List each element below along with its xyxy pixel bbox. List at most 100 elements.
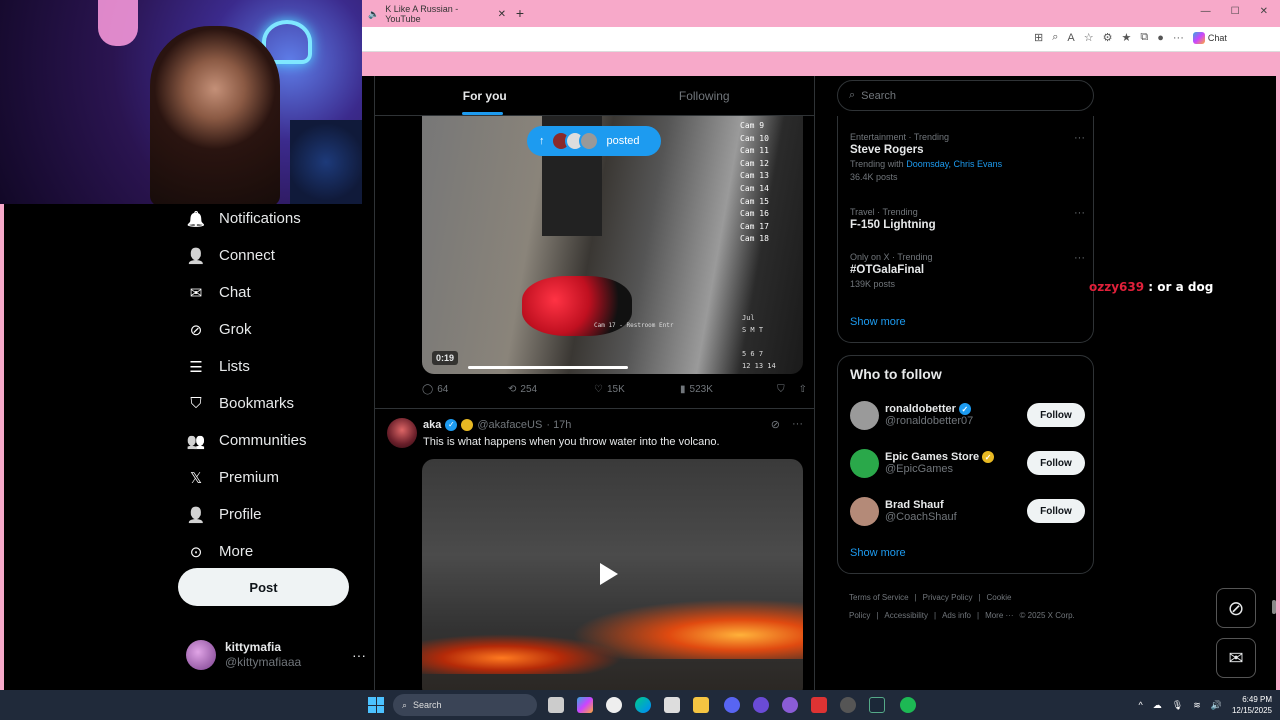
more-icon[interactable]: ··· xyxy=(1074,252,1085,264)
start-button[interactable] xyxy=(368,697,384,713)
store-icon[interactable] xyxy=(664,697,680,713)
volume-icon[interactable]: 🔊 xyxy=(1211,700,1222,711)
like-button[interactable]: ♡ 15K xyxy=(594,384,680,395)
more-icon[interactable]: ··· xyxy=(1074,207,1085,219)
grok-button[interactable]: ⊘ xyxy=(1216,588,1256,628)
obs-icon[interactable] xyxy=(840,697,856,713)
video-player[interactable] xyxy=(422,459,803,690)
sidebar-item-more[interactable]: ⊙ More xyxy=(186,533,366,570)
collections-icon[interactable]: ⧉ xyxy=(1140,31,1148,44)
app-icon[interactable] xyxy=(811,697,827,713)
avatar[interactable] xyxy=(387,418,417,448)
edge-icon[interactable] xyxy=(635,697,651,713)
trend-item[interactable]: Entertainment · Trending Steve Rogers Tr… xyxy=(850,132,1085,182)
sidebar-item-grok[interactable]: ⊘ Grok xyxy=(186,311,366,348)
follow-suggestion[interactable]: Epic Games Store ✓ @EpicGames Follow xyxy=(850,446,1085,480)
maximize-button[interactable]: ☐ xyxy=(1231,6,1240,17)
address-bar[interactable] xyxy=(362,30,1022,49)
user-name[interactable]: Brad Shauf xyxy=(885,499,944,511)
follow-suggestion[interactable]: Brad Shauf @CoachShauf Follow xyxy=(850,494,1085,528)
zoom-icon[interactable]: ⌕ xyxy=(1052,31,1058,44)
spotify-icon[interactable] xyxy=(900,697,916,713)
trend-item[interactable]: Travel · Trending F-150 Lightning ··· xyxy=(850,207,1085,231)
minimize-button[interactable]: — xyxy=(1201,6,1211,17)
follow-button[interactable]: Follow xyxy=(1027,451,1085,475)
more-icon[interactable]: ··· xyxy=(792,418,803,431)
mail-icon: ✉ xyxy=(1228,647,1244,668)
favorites-icon[interactable]: ★ xyxy=(1121,31,1131,44)
post-time[interactable]: · 17h xyxy=(546,419,571,431)
footer-link[interactable]: © 2025 X Corp. xyxy=(1020,611,1075,620)
share-icon[interactable]: ⇧ xyxy=(799,384,807,395)
sidebar-item-notifications[interactable]: 🔔 Notifications xyxy=(186,200,366,237)
new-tab-button[interactable]: + xyxy=(512,4,528,22)
close-window-button[interactable]: ✕ xyxy=(1260,6,1268,17)
user-name[interactable]: Epic Games Store xyxy=(885,451,979,463)
tab-for-you[interactable]: For you xyxy=(375,76,595,115)
messages-button[interactable]: ✉ xyxy=(1216,638,1256,678)
sidebar-item-communities[interactable]: 👥 Communities xyxy=(186,422,366,459)
avatar[interactable] xyxy=(850,496,879,526)
scrollbar[interactable] xyxy=(1270,80,1278,685)
follow-suggestion[interactable]: ronaldobetter ✓ @ronaldobetter07 Follow xyxy=(850,398,1085,432)
grok-icon[interactable]: ⊘ xyxy=(771,418,780,431)
taskbar-search[interactable]: ⌕ Search xyxy=(393,694,537,716)
sidebar-item-bookmarks[interactable]: ⛉ Bookmarks xyxy=(186,385,366,422)
app-icon[interactable] xyxy=(782,697,798,713)
follow-button[interactable]: Follow xyxy=(1027,499,1085,523)
menu-icon[interactable]: ··· xyxy=(1173,32,1184,44)
sidebar-item-profile[interactable]: 👤 Profile xyxy=(186,496,366,533)
search-input[interactable]: ⌕ Search xyxy=(837,80,1094,111)
user-name[interactable]: ronaldobetter xyxy=(885,403,956,415)
reply-button[interactable]: ◯ 64 xyxy=(422,384,508,395)
bookmark-icon[interactable]: ⛉ xyxy=(777,384,785,395)
footer-link[interactable]: More ··· xyxy=(985,611,1013,620)
favorite-star-icon[interactable]: ☆ xyxy=(1084,31,1094,44)
show-more-link[interactable]: Show more xyxy=(850,547,906,559)
footer-link[interactable]: Privacy Policy xyxy=(923,593,973,602)
app-icon[interactable] xyxy=(753,697,769,713)
chevron-up-icon[interactable]: ^ xyxy=(1139,700,1143,710)
sidebar-item-chat[interactable]: ✉ Chat xyxy=(186,274,366,311)
extensions-icon[interactable]: ⚙ xyxy=(1103,31,1113,44)
footer-link[interactable]: Terms of Service xyxy=(849,593,909,602)
footer-link[interactable]: Ads info xyxy=(942,611,971,620)
views-button[interactable]: ▮ 523K xyxy=(680,384,766,395)
wifi-icon[interactable]: ≋ xyxy=(1193,700,1201,711)
footer-link[interactable]: Accessibility xyxy=(884,611,928,620)
browser-tab[interactable]: 🔈 K Like A Russian - YouTube ✕ xyxy=(362,2,512,26)
alien-app-icon[interactable] xyxy=(606,697,622,713)
author-handle[interactable]: @akafaceUS xyxy=(477,419,542,431)
profile-icon[interactable]: ● xyxy=(1157,32,1164,44)
author-name[interactable]: aka xyxy=(423,419,441,431)
cloud-icon[interactable]: ☁ xyxy=(1153,700,1162,711)
folder-icon[interactable] xyxy=(693,697,709,713)
follow-button[interactable]: Follow xyxy=(1027,403,1085,427)
account-switcher[interactable]: kittymafia @kittymafiaaa ··· xyxy=(186,638,366,672)
steam-icon[interactable] xyxy=(869,697,885,713)
repost-button[interactable]: ⟲ 254 xyxy=(508,384,594,395)
sidebar-item-connect[interactable]: 👤 Connect xyxy=(186,237,366,274)
sidebar-item-premium[interactable]: 𝕏 Premium xyxy=(186,459,366,496)
discord-icon[interactable] xyxy=(724,697,740,713)
play-icon[interactable] xyxy=(600,563,618,585)
tab-following[interactable]: Following xyxy=(595,76,815,115)
show-more-link[interactable]: Show more xyxy=(850,316,906,328)
microphone-icon[interactable]: 🎙 xyxy=(1172,700,1183,711)
new-posts-pill[interactable]: ↑ posted xyxy=(527,126,661,156)
read-aloud-icon[interactable]: A xyxy=(1067,32,1074,44)
copilot-chat-button[interactable]: Chat xyxy=(1192,31,1227,44)
avatar[interactable] xyxy=(850,448,879,478)
trend-item[interactable]: Only on X · Trending #OTGalaFinal 139K p… xyxy=(850,252,1085,289)
more-icon[interactable]: ··· xyxy=(352,647,366,663)
clock[interactable]: 6:49 PM 12/15/2025 xyxy=(1232,694,1272,716)
close-tab-icon[interactable]: ✕ xyxy=(498,9,506,20)
copilot-icon[interactable] xyxy=(577,697,593,713)
post-button[interactable]: Post xyxy=(178,568,349,606)
task-view-icon[interactable] xyxy=(548,697,564,713)
video-progress-bar[interactable] xyxy=(468,366,628,369)
split-screen-icon[interactable]: ⊞ xyxy=(1034,31,1043,44)
more-icon[interactable]: ··· xyxy=(1074,132,1085,144)
avatar[interactable] xyxy=(850,400,879,430)
sidebar-item-lists[interactable]: ☰ Lists xyxy=(186,348,366,385)
